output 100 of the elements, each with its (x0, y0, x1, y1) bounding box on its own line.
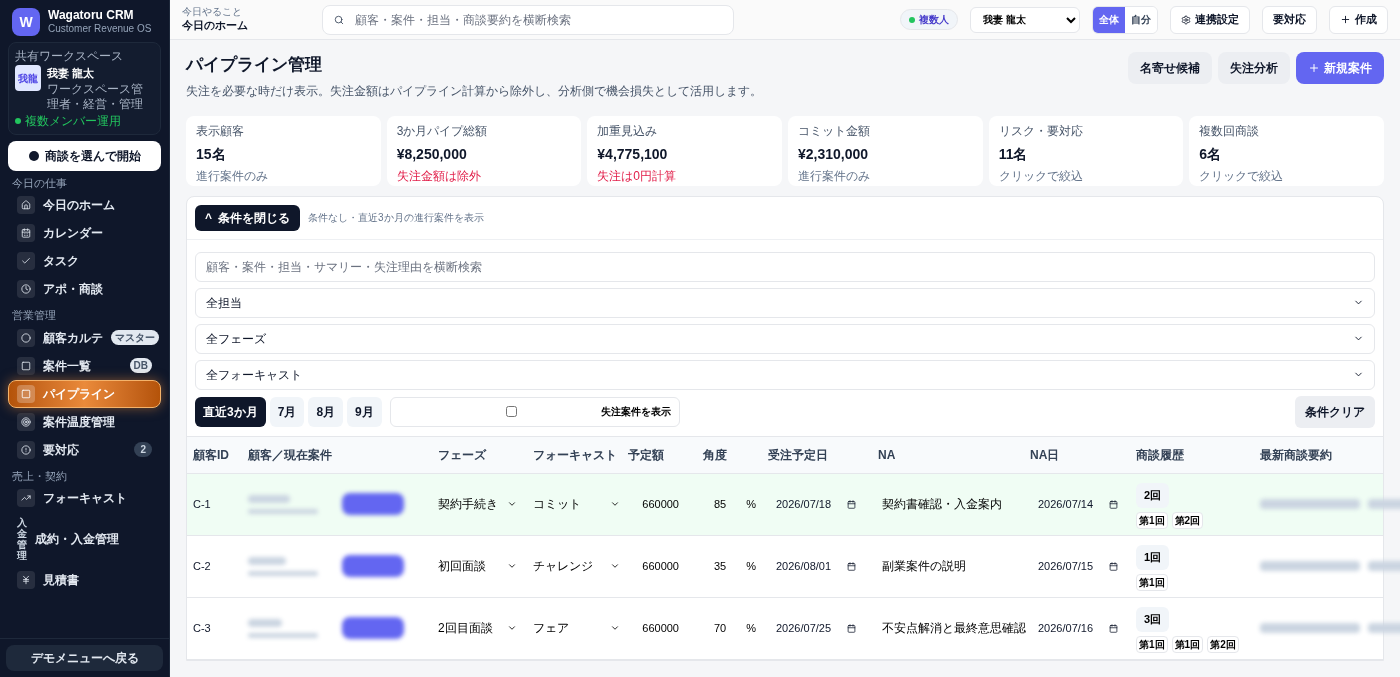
circle-icon (21, 332, 31, 343)
start-button[interactable]: 商談を選んで開始 (8, 140, 161, 171)
user-select[interactable]: 我妻 龍太 (970, 6, 1080, 33)
caret-icon (507, 623, 517, 633)
stat-note: クリックで絞込 (1199, 167, 1285, 185)
clear-button[interactable]: 条件クリア (1295, 395, 1375, 428)
phase-select[interactable]: 契約手続き (438, 495, 498, 513)
sidebar-item[interactable]: タスク (8, 247, 161, 275)
stat-label: 複数回商談 (1199, 122, 1261, 140)
history-chip[interactable]: 第1回 (1136, 573, 1168, 591)
stat-note: 進行案件のみ (196, 167, 269, 185)
sidebar-item[interactable]: アポ・商談 (8, 275, 161, 303)
blurred-text (248, 570, 318, 576)
back-button[interactable]: デモメニューへ戻る (6, 645, 163, 671)
phase-select[interactable]: 2回目面談 (438, 619, 493, 637)
stat-label: リスク・要対応 (998, 122, 1084, 140)
meeting-count[interactable]: 3回 (1136, 607, 1170, 632)
sidebar-item[interactable]: 顧客カルテ マスター (8, 323, 161, 352)
meeting-count[interactable]: 1回 (1136, 545, 1170, 570)
period-tab[interactable]: 7月 (269, 396, 305, 427)
filter-select[interactable]: 全担当 (195, 287, 1375, 318)
calendar-icon (847, 499, 857, 509)
item-label: カレンダー (43, 225, 104, 242)
blurred-text (248, 508, 318, 514)
header-button[interactable]: 連携設定 (1170, 5, 1250, 34)
stat-note: クリックで絞込 (998, 167, 1084, 185)
stat-note: 失注は0円計算 (597, 167, 677, 185)
amount-field[interactable]: 660000 (628, 619, 703, 637)
search-field[interactable]: 顧客・案件・担当・商談要約を横断検索 (322, 4, 734, 35)
amount-field[interactable]: 660000 (628, 495, 703, 513)
page-title: パイプライン管理 (186, 54, 323, 76)
phase-select[interactable]: 初回面談 (438, 557, 486, 575)
sidebar-item[interactable]: 案件温度管理 (8, 407, 161, 436)
page-context: 今日のホーム (182, 18, 249, 33)
filter-select[interactable]: 全フェーズ (195, 323, 1375, 354)
scope-tab[interactable]: 自分 (1125, 6, 1157, 33)
action-button[interactable]: 名寄せ候補 (1128, 52, 1212, 84)
meeting-count[interactable]: 2回 (1136, 483, 1170, 508)
header-button[interactable]: 作成 (1329, 5, 1388, 34)
calendar-icon (1109, 499, 1119, 509)
amount-field[interactable]: 660000 (628, 557, 703, 575)
history-chip[interactable]: 第1回 (1136, 635, 1168, 653)
check-icon (21, 256, 31, 266)
history-chip[interactable]: 第2回 (1207, 635, 1239, 653)
header-button[interactable]: 要対応 (1262, 5, 1317, 34)
mode-badge: 複数人 (900, 9, 958, 30)
sidebar-item[interactable]: 今日のホーム (8, 191, 161, 219)
sidebar-item[interactable]: 見積書 (8, 566, 161, 594)
action-button[interactable]: 新規案件 (1296, 52, 1384, 84)
history-chip[interactable]: 第2回 (1171, 511, 1204, 529)
stat-label: 表示顧客 (196, 122, 245, 140)
alert-icon (21, 444, 31, 455)
calendar-icon (847, 561, 857, 571)
sidebar-item[interactable]: 案件一覧 DB (8, 351, 161, 380)
stat-label: 加重見込み (597, 122, 659, 140)
sidebar-item[interactable]: フォーキャスト (8, 484, 161, 512)
forecast-select[interactable]: チャレンジ (533, 557, 593, 575)
stat-value: ¥8,250,000 (396, 144, 468, 164)
filter-search-field[interactable]: 顧客・案件・担当・サマリー・失注理由を横断検索 (195, 251, 1375, 282)
item-label: 要対応 (43, 441, 80, 459)
forecast-select[interactable]: コミット (533, 495, 581, 513)
lost-label: 失注案件を表示 (600, 405, 671, 419)
lost-toggle[interactable]: 失注案件を表示 (389, 396, 680, 427)
period-tab[interactable]: 直近3か月 (195, 396, 266, 427)
caret-icon (610, 561, 620, 571)
action-button[interactable]: 失注分析 (1218, 52, 1290, 84)
customer-id: C-2 (193, 558, 212, 574)
item-label: フォーキャスト (43, 490, 128, 507)
lost-checkbox[interactable] (506, 406, 518, 417)
forecast-select[interactable]: フェア (533, 619, 569, 637)
period-tab[interactable]: 8月 (308, 396, 344, 427)
scope-tab[interactable]: 全体 (1093, 6, 1125, 33)
user-avatar: 我龍 (15, 65, 41, 91)
probability-field[interactable]: 70 (713, 619, 727, 637)
probability-field[interactable]: 35 (713, 557, 727, 575)
period-tab[interactable]: 9月 (347, 396, 382, 427)
stat-value: 11名 (998, 144, 1029, 164)
column-header: フォーキャスト (533, 446, 618, 464)
collapse-button[interactable]: ^ 条件を閉じる (195, 204, 300, 231)
stat-value: ¥4,775,100 (597, 144, 669, 164)
column-header: フェーズ (438, 446, 488, 464)
probability-field[interactable]: 85 (713, 495, 727, 513)
sidebar-item[interactable]: 要対応 2 (8, 435, 161, 464)
calendar-icon (847, 623, 857, 633)
history-chip[interactable]: 第1回 (1136, 511, 1168, 529)
blurred-text (248, 618, 282, 627)
filter-select[interactable]: 全フォーキャスト (195, 359, 1375, 390)
stat-value: ¥2,310,000 (798, 144, 870, 164)
settings-icon (1181, 14, 1191, 25)
yen-icon (21, 575, 31, 585)
item-label: 案件温度管理 (43, 413, 116, 431)
next-action: 契約書確認・入金案内 (881, 496, 1003, 513)
user-name: 我妻 龍太 (47, 66, 96, 81)
history-chip[interactable]: 第1回 (1171, 635, 1204, 653)
stat-note: 失注金額は除外 (396, 167, 482, 185)
column-header: 最新商談要約 (1260, 446, 1333, 464)
caret-icon (507, 499, 517, 509)
next-action: 不安点解消と最終意思確認 (881, 620, 1027, 637)
item-tag: DB (129, 358, 152, 373)
sidebar-item[interactable]: カレンダー (8, 219, 161, 247)
